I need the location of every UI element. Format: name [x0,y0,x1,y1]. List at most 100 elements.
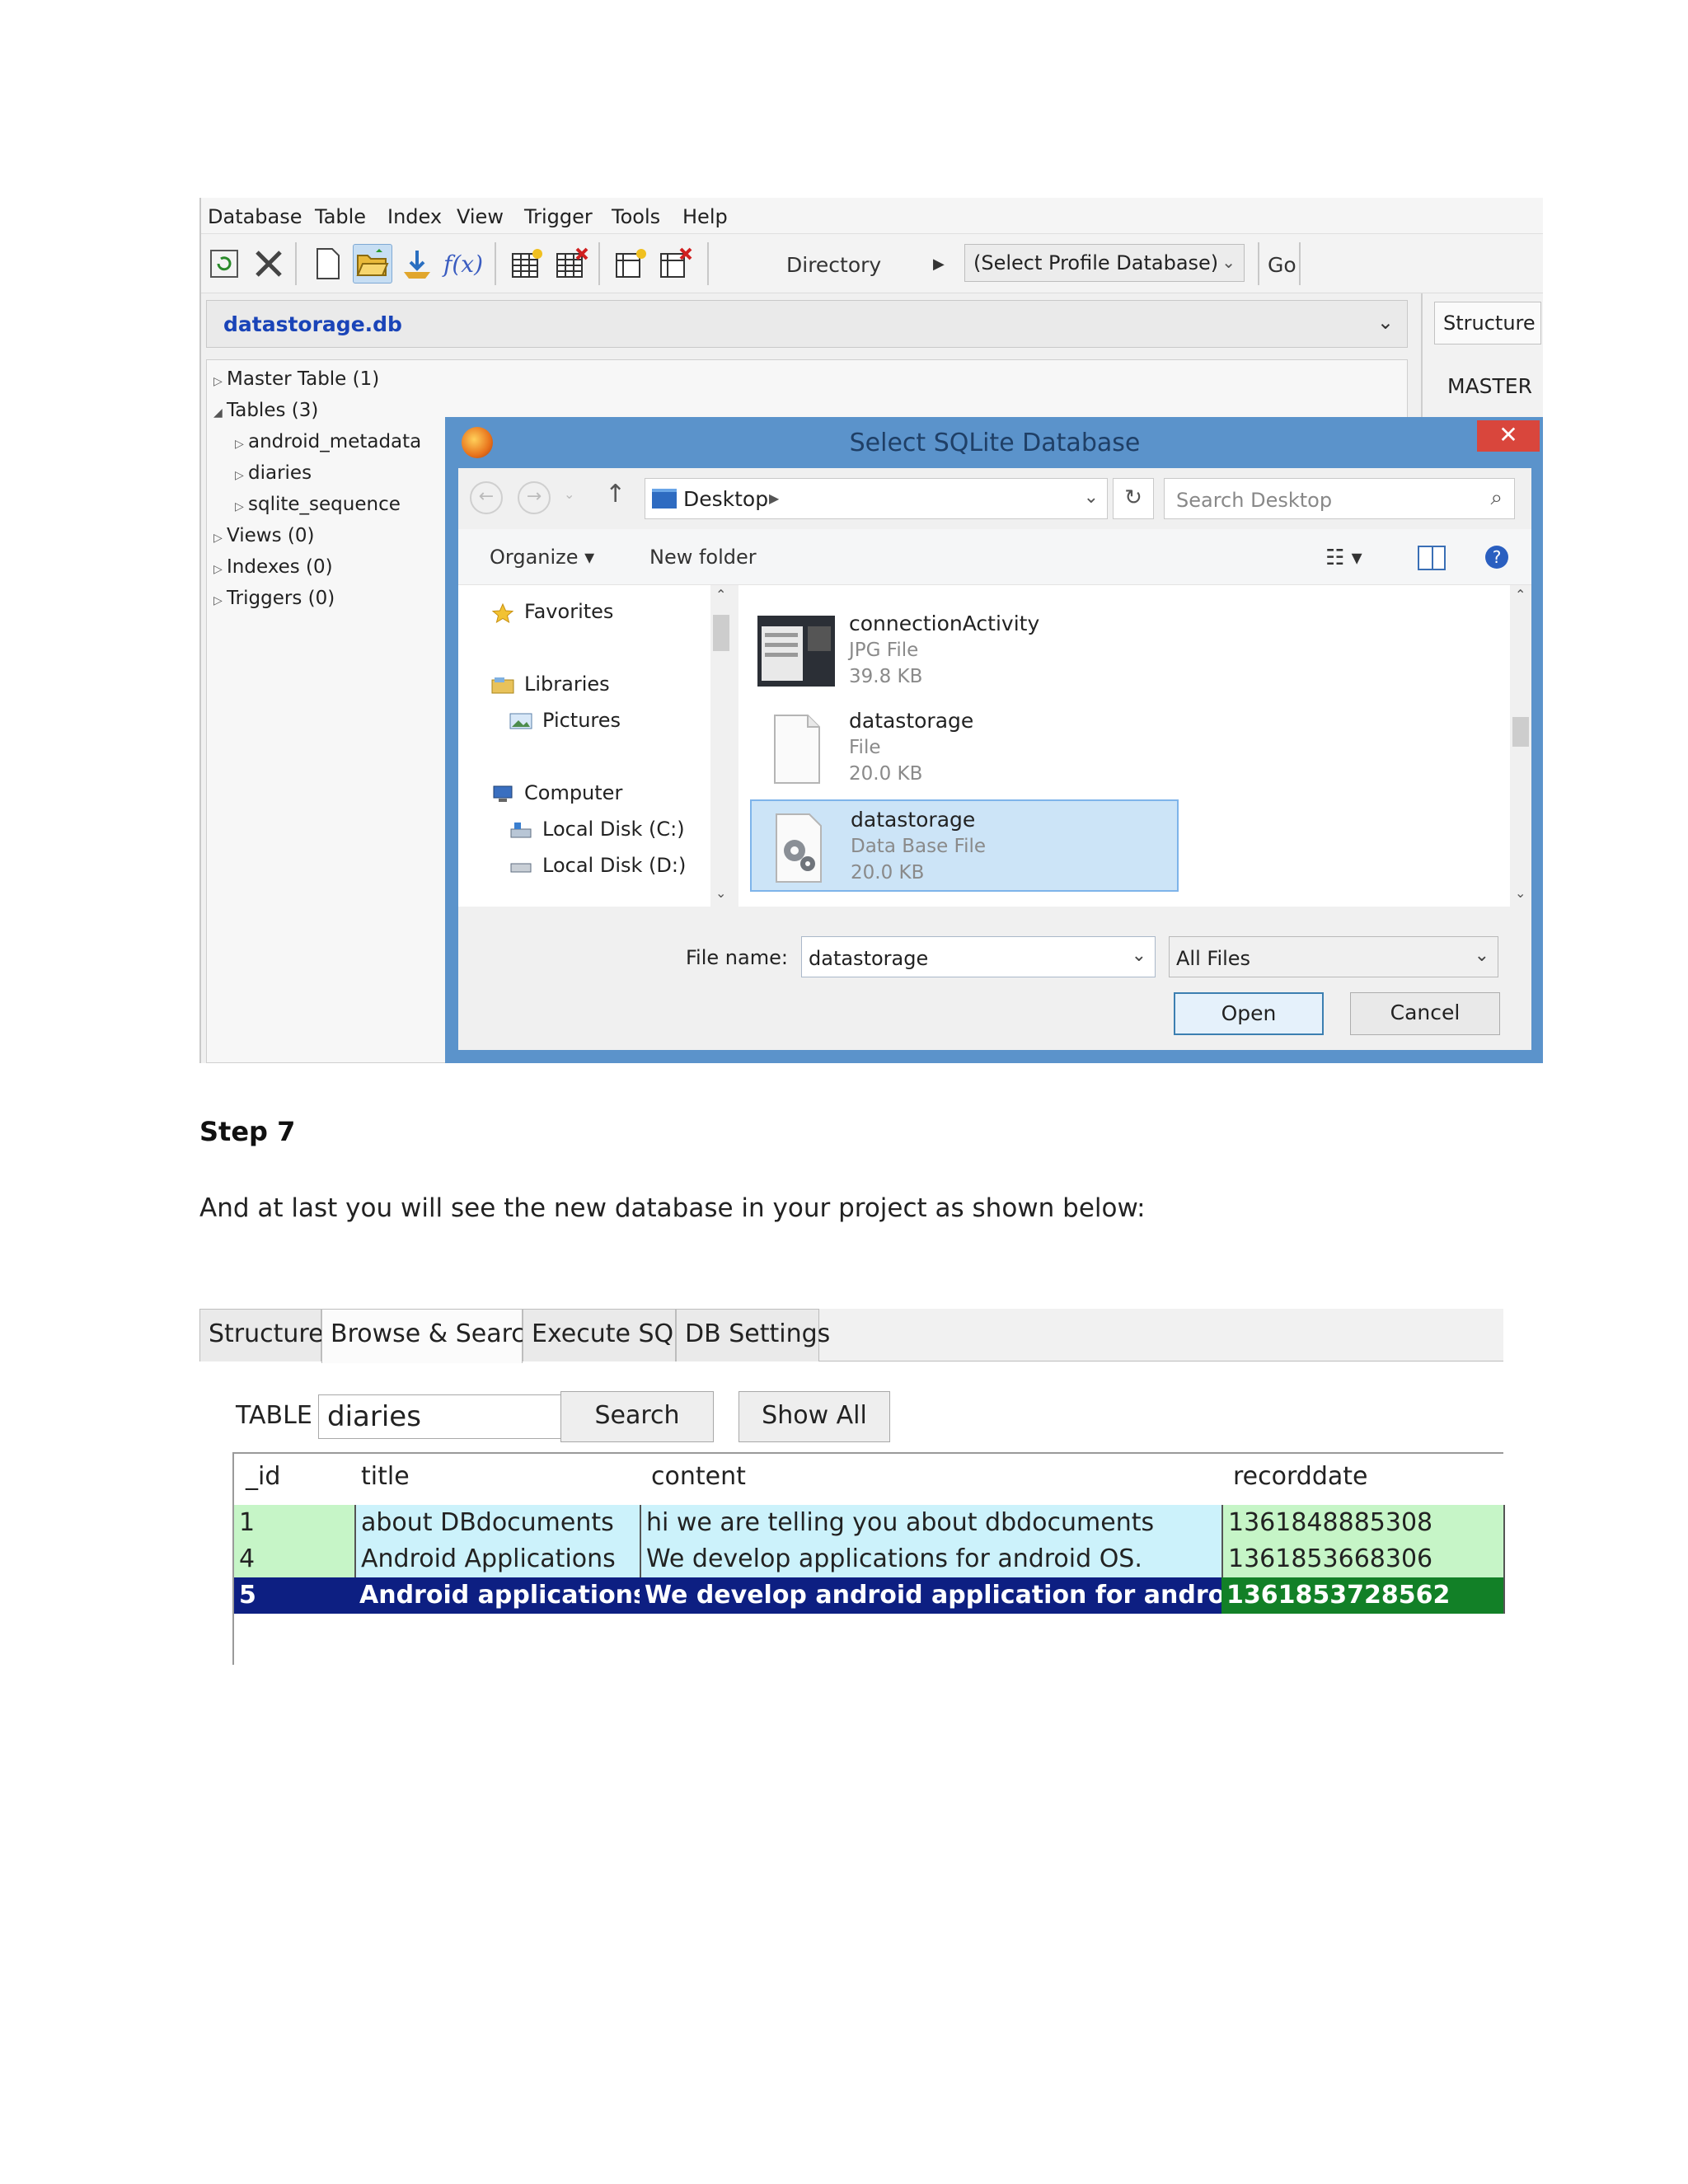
recent-chevron-icon[interactable]: ⌄ [564,486,574,502]
nav-scrollbar[interactable]: ⌃ ⌄ [710,585,732,907]
menu-view[interactable]: View [457,205,504,228]
tree-table-item[interactable]: ▷ sqlite_sequence [235,494,401,515]
file-scrollbar[interactable]: ⌃ ⌄ [1510,585,1531,907]
open-db-icon[interactable] [353,244,392,284]
new-folder-button[interactable]: New folder [649,546,757,569]
menu-tools[interactable]: Tools [612,205,660,228]
function-icon[interactable]: f(x) [443,244,483,284]
drop-index-icon[interactable] [656,244,696,284]
directory-label[interactable]: Directory [786,253,881,277]
column-header-content[interactable]: content [651,1462,746,1491]
scroll-thumb[interactable] [713,615,729,651]
scroll-up-icon[interactable]: ⌃ [1515,587,1526,602]
organize-button[interactable]: Organize ▾ [490,546,594,569]
help-icon[interactable]: ? [1484,544,1510,575]
scroll-thumb[interactable] [1512,717,1529,747]
cell-recorddate[interactable]: 1361848885308 [1221,1505,1505,1541]
column-header-title[interactable]: title [361,1462,410,1491]
tab-execute-sql[interactable]: Execute SQL [523,1309,687,1361]
tree-table-item[interactable]: ▷ android_metadata [235,431,421,452]
menu-help[interactable]: Help [682,205,728,228]
cell-id[interactable]: 4 [234,1541,354,1577]
open-button[interactable]: Open [1174,992,1324,1035]
file-name-input[interactable]: datastorage ⌄ [801,936,1156,977]
view-options-icon[interactable]: ☷ ▾ [1325,546,1362,570]
create-table-icon[interactable] [508,244,547,284]
tree-indexes[interactable]: ▷ Indexes (0) [213,556,333,578]
file-item-selected[interactable]: datastorage Data Base File 20.0 KB [750,799,1179,892]
tab-structure[interactable]: Structure [199,1309,324,1361]
nav-libraries[interactable]: Libraries [491,673,610,696]
new-db-icon[interactable] [308,244,348,284]
cell-title[interactable]: Android Applications [354,1541,640,1577]
browse-data-screenshot: Structure Browse & Search Execute SQL DB… [199,1309,1505,1665]
file-type-filter[interactable]: All Files ⌄ [1169,936,1498,977]
chevron-down-icon[interactable]: ⌄ [1132,945,1146,966]
tree-master-table[interactable]: ▷ Master Table (1) [213,368,379,390]
desktop-icon [652,489,677,509]
cell-content[interactable]: We develop applications for android OS. [640,1541,1221,1577]
nav-local-disk-c[interactable]: Local Disk (C:) [509,818,685,841]
chevron-down-icon[interactable]: ⌄ [1084,487,1099,508]
tree-views[interactable]: ▷ Views (0) [213,525,314,546]
breadcrumb-arrow-icon[interactable]: ▶ [769,490,779,506]
tab-structure[interactable]: Structure [1434,302,1541,344]
back-icon[interactable]: ← [470,481,503,514]
address-bar[interactable]: Desktop ▶ ⌄ [645,478,1108,519]
cell-content[interactable]: We develop android application for andro… [640,1577,1221,1614]
cell-title[interactable]: about DBdocuments [354,1505,640,1541]
menu-database[interactable]: Database [208,205,302,228]
column-header-recorddate[interactable]: recorddate [1233,1462,1367,1491]
scroll-down-icon[interactable]: ⌄ [1515,885,1526,901]
table-input[interactable]: diaries [318,1394,582,1439]
master-label: MASTER [1447,374,1532,398]
scroll-up-icon[interactable]: ⌃ [715,587,726,602]
forward-icon[interactable]: → [518,481,551,514]
nav-computer[interactable]: Computer [491,781,622,804]
close-icon[interactable]: ✕ [1477,420,1540,452]
refresh-icon[interactable]: ↻ [1113,478,1154,519]
tools-icon[interactable] [249,244,288,284]
show-all-button[interactable]: Show All [738,1391,890,1442]
tree-table-item[interactable]: ▷ diaries [235,462,312,484]
cell-recorddate[interactable]: 1361853728562 [1221,1577,1505,1614]
cell-title[interactable]: Android applications [354,1577,640,1614]
create-index-icon[interactable] [612,244,651,284]
up-icon[interactable]: ↑ [605,480,626,509]
cell-recorddate[interactable]: 1361853668306 [1221,1541,1505,1577]
search-button[interactable]: Search [560,1391,714,1442]
tab-browse-search[interactable]: Browse & Search [321,1309,541,1363]
cell-id[interactable]: 5 [234,1577,354,1614]
tree-tables[interactable]: ◢ Tables (3) [213,400,318,421]
tab-db-settings[interactable]: DB Settings [676,1309,830,1361]
cell-content[interactable]: hi we are telling you about dbdocuments [640,1505,1221,1541]
directory-arrow-icon[interactable]: ▶ [933,255,945,273]
menu-index[interactable]: Index [387,205,442,228]
drop-table-icon[interactable] [552,244,592,284]
nav-favorites[interactable]: Favorites [491,600,613,624]
table-row-selected[interactable]: 5 Android applications We develop androi… [234,1577,1505,1614]
preview-pane-icon[interactable] [1418,546,1446,575]
menu-trigger[interactable]: Trigger [524,205,593,228]
import-icon[interactable] [397,244,437,284]
nav-pictures[interactable]: Pictures [509,709,621,732]
scroll-down-icon[interactable]: ⌄ [715,885,726,901]
cancel-button[interactable]: Cancel [1350,992,1500,1035]
tree-triggers[interactable]: ▷ Triggers (0) [213,588,335,609]
star-icon [491,602,516,624]
file-item[interactable]: datastorage File 20.0 KB [750,702,1179,794]
go-button[interactable]: Go [1268,253,1296,277]
table-row[interactable]: 1 about DBdocuments hi we are telling yo… [234,1505,1505,1541]
column-header-id[interactable]: _id [246,1462,280,1491]
menu-bar: Database Table Index View Trigger Tools … [201,198,1543,234]
database-selector[interactable]: datastorage.db ⌄ [206,300,1408,348]
cell-id[interactable]: 1 [234,1505,354,1541]
table-row[interactable]: 4 Android Applications We develop applic… [234,1541,1505,1577]
file-item[interactable]: connectionActivity JPG File 39.8 KB [750,605,1179,697]
refresh-db-icon[interactable] [204,244,244,284]
menu-table[interactable]: Table [315,205,366,228]
nav-local-disk-d[interactable]: Local Disk (D:) [509,854,686,877]
search-input[interactable]: Search Desktop ⌕ [1164,478,1515,519]
profile-database-combo[interactable]: (Select Profile Database) ⌄ [964,244,1245,282]
file-size: 20.0 KB [849,763,923,785]
